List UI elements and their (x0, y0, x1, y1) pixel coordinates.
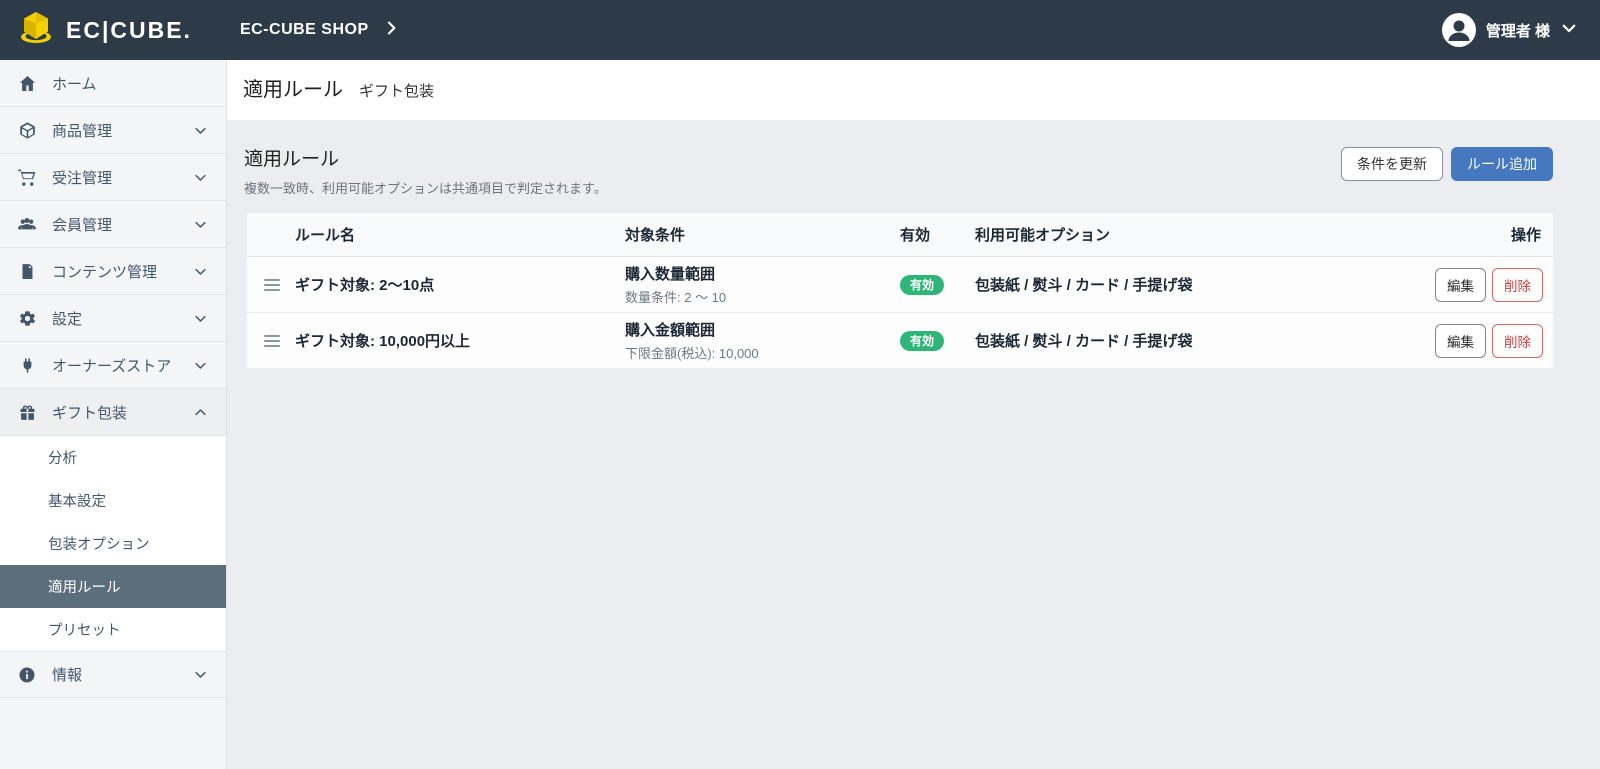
chevron-down-icon (193, 358, 208, 373)
sidebar-subitem-basic-settings[interactable]: 基本設定 (0, 479, 226, 522)
column-header-name: ルール名 (295, 227, 356, 244)
chevron-down-icon (193, 217, 208, 232)
gift-icon (17, 402, 37, 422)
sidebar-item-orders[interactable]: 受注管理 (0, 154, 226, 201)
page-title: 適用ルール (243, 79, 343, 101)
edit-button[interactable]: 編集 (1435, 323, 1486, 358)
chevron-down-icon (193, 311, 208, 326)
rule-condition-detail: 下限金額(税込): 10,000 (625, 346, 759, 361)
sidebar-subitem-presets[interactable]: プリセット (0, 608, 226, 651)
delete-button[interactable]: 削除 (1492, 267, 1543, 302)
sidebar-item-contents[interactable]: コンテンツ管理 (0, 248, 226, 295)
sidebar-item-label: ホーム (52, 75, 97, 93)
cart-icon (17, 167, 37, 187)
page-title-bar: 適用ルール ギフト包装 (227, 60, 1600, 120)
sidebar-item-gift-wrapping[interactable]: ギフト包装 (0, 389, 226, 436)
chevron-down-icon (193, 170, 208, 185)
info-icon (17, 665, 37, 685)
gear-icon (17, 308, 37, 328)
sidebar-item-label: 商品管理 (52, 122, 113, 140)
document-icon (17, 261, 37, 281)
sidebar-item-members[interactable]: 会員管理 (0, 201, 226, 248)
table-row: ギフト対象: 10,000円以上 購入金額範囲 下限金額(税込): 10,000… (247, 313, 1553, 369)
rule-condition-title: 購入数量範囲 (625, 266, 716, 283)
avatar (1441, 13, 1476, 47)
sidebar-subitem-analysis[interactable]: 分析 (0, 436, 226, 479)
section-header: 適用ルール 複数一致時、利用可能オプションは共通項目で判定されます。 条件を更新… (244, 144, 1553, 197)
rule-condition-title: 購入金額範囲 (625, 322, 716, 339)
chevron-down-icon (193, 264, 208, 279)
sidebar-item-label: 受注管理 (52, 169, 113, 187)
ec-cube-logo-icon (16, 10, 56, 51)
sidebar-subitem-label: 適用ルール (48, 580, 121, 596)
users-icon (17, 214, 37, 234)
sidebar-item-label: 情報 (52, 667, 83, 684)
chevron-down-icon (193, 123, 208, 138)
sidebar-subitem-label: プリセット (48, 623, 121, 639)
sidebar-item-label: 設定 (52, 310, 83, 328)
status-badge: 有効 (900, 274, 945, 295)
delete-button[interactable]: 削除 (1492, 323, 1543, 358)
shop-front-link[interactable]: EC-CUBE SHOP (240, 20, 399, 41)
edit-button[interactable]: 編集 (1435, 267, 1486, 302)
sidebar-item-label: 会員管理 (52, 216, 113, 234)
sidebar-item-label: コンテンツ管理 (52, 263, 158, 281)
sidebar-item-info[interactable]: 情報 (0, 651, 226, 698)
update-conditions-button[interactable]: 条件を更新 (1341, 147, 1443, 181)
page-subtitle: ギフト包装 (359, 83, 435, 100)
sidebar-item-settings[interactable]: 設定 (0, 295, 226, 342)
plug-icon (17, 355, 37, 375)
table-header-row: ルール名 対象条件 有効 利用可能オプション 操作 (247, 213, 1553, 257)
rule-name: ギフト対象: 10,000円以上 (295, 333, 471, 350)
sidebar-item-home[interactable]: ホーム (0, 60, 226, 107)
drag-handle-icon[interactable] (264, 278, 280, 291)
sidebar-subitem-label: 包装オプション (48, 537, 150, 553)
drag-handle-icon[interactable] (264, 334, 280, 347)
column-header-enabled: 有効 (900, 227, 931, 244)
box-icon (17, 120, 37, 140)
shop-name: EC-CUBE SHOP (239, 21, 369, 38)
sidebar-subitem-label: 分析 (48, 451, 77, 467)
home-icon (17, 73, 37, 93)
add-rule-button[interactable]: ルール追加 (1451, 147, 1553, 181)
chevron-down-icon (193, 667, 208, 682)
app-header: EC|CUBE. EC-CUBE SHOP 管理者 様 (0, 0, 1600, 60)
rule-condition-detail: 数量条件: 2 〜 10 (625, 290, 727, 305)
sidebar-item-products[interactable]: 商品管理 (0, 107, 226, 154)
rule-options: 包装紙 / 熨斗 / カード / 手提げ袋 (975, 333, 1193, 350)
chevron-down-icon (1560, 19, 1578, 42)
rules-table: ルール名 対象条件 有効 利用可能オプション 操作 ギフト対象: 2〜10点 購… (247, 213, 1553, 369)
sidebar-item-owners-store[interactable]: オーナーズストア (0, 342, 226, 389)
rule-name: ギフト対象: 2〜10点 (295, 277, 435, 294)
sidebar-item-label: ギフト包装 (52, 404, 128, 422)
column-header-options: 利用可能オプション (975, 227, 1111, 244)
account-menu[interactable]: 管理者 様 (1441, 13, 1578, 47)
section-title: 適用ルール (244, 149, 340, 170)
sidebar-subitem-wrapping-options[interactable]: 包装オプション (0, 522, 226, 565)
sidebar-nav: ホーム 商品管理 受注管理 会員管理 コンテンツ管理 設定 オーナーズストア ギ… (0, 60, 227, 769)
section-description: 複数一致時、利用可能オプションは共通項目で判定されます。 (244, 181, 607, 196)
table-row: ギフト対象: 2〜10点 購入数量範囲 数量条件: 2 〜 10 有効 包装紙 … (247, 257, 1553, 313)
chevron-right-icon (383, 20, 399, 41)
ec-cube-logo-text: EC|CUBE. (66, 16, 192, 43)
chevron-up-icon (193, 405, 208, 420)
user-name: 管理者 様 (1485, 22, 1550, 40)
main-content: 適用ルール ギフト包装 適用ルール 複数一致時、利用可能オプションは共通項目で判… (227, 60, 1600, 769)
sidebar-item-label: オーナーズストア (52, 357, 172, 375)
sidebar-subitem-apply-rules[interactable]: 適用ルール (0, 565, 226, 608)
ec-cube-logo[interactable]: EC|CUBE. (16, 10, 192, 51)
column-header-condition: 対象条件 (625, 227, 686, 244)
column-header-actions: 操作 (1510, 227, 1541, 244)
status-badge: 有効 (900, 330, 945, 351)
rule-options: 包装紙 / 熨斗 / カード / 手提げ袋 (975, 277, 1193, 294)
sidebar-subitem-label: 基本設定 (48, 494, 106, 510)
